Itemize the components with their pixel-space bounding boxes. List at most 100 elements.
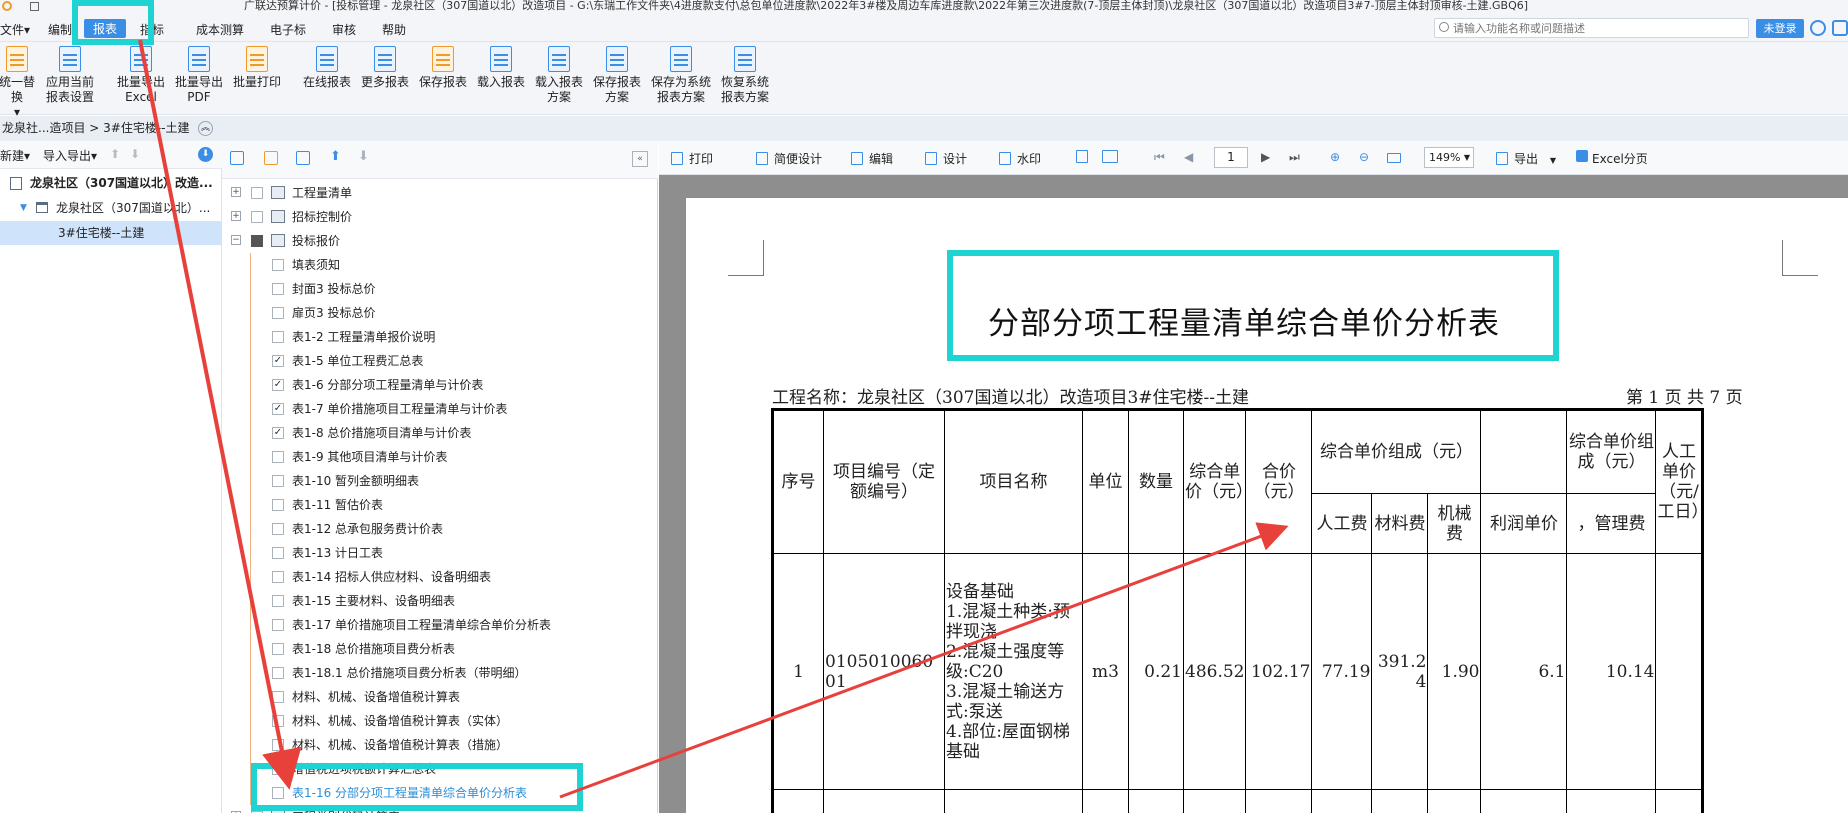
report-tree-item[interactable]: 扉页3 投标总价 xyxy=(222,301,658,325)
batch-export-excel-button[interactable]: 批量导出 Excel xyxy=(114,46,168,105)
report-checkbox[interactable] xyxy=(272,691,284,703)
report-checkbox[interactable] xyxy=(272,619,284,631)
login-button[interactable]: 未登录 xyxy=(1756,19,1804,38)
add-folder-icon[interactable] xyxy=(264,151,278,165)
menu-audit[interactable]: 审核 xyxy=(332,21,356,38)
expand-icon[interactable]: + xyxy=(231,211,241,221)
last-page-icon[interactable]: ⏭ xyxy=(1289,150,1300,165)
report-checkbox[interactable] xyxy=(272,499,284,511)
report-checkbox[interactable] xyxy=(272,739,284,751)
online-report-button[interactable]: 在线报表 xyxy=(300,46,354,90)
report-tree-item[interactable]: 表1-2 工程量清单报价说明 xyxy=(222,325,658,349)
report-checkbox[interactable]: ✓ xyxy=(272,379,284,391)
report-tree-item[interactable]: 材料、机械、设备增值税计算表（措施） xyxy=(222,733,658,757)
report-checkbox[interactable] xyxy=(272,475,284,487)
collapse-icon[interactable]: − xyxy=(231,235,241,245)
zoom-out-icon[interactable]: ⊖ xyxy=(1359,150,1369,164)
report-tree-item[interactable]: 表1-14 招标人供应材料、设备明细表 xyxy=(222,565,658,589)
report-checkbox[interactable] xyxy=(272,547,284,559)
menu-e-bid[interactable]: 电子标 xyxy=(270,21,306,38)
report-tree-item[interactable]: 封面3 投标总价 xyxy=(222,277,658,301)
report-tree-item[interactable]: + 工程量清单 xyxy=(222,181,658,205)
print-button[interactable]: 打印 xyxy=(671,150,713,167)
single-page-icon[interactable] xyxy=(1076,150,1094,164)
report-checkbox[interactable] xyxy=(272,523,284,535)
tree-project-root[interactable]: 龙泉社区（307国道以北）改造... xyxy=(0,171,222,195)
window-button-icon[interactable] xyxy=(30,2,39,11)
load-report-button[interactable]: 载入报表 xyxy=(474,46,528,90)
report-checkbox[interactable] xyxy=(272,643,284,655)
report-checkbox[interactable] xyxy=(272,283,284,295)
design-button[interactable]: 设计 xyxy=(925,150,967,167)
next-page-icon[interactable]: ▶ xyxy=(1261,150,1270,164)
report-checkbox[interactable] xyxy=(272,667,284,679)
batch-print-button[interactable]: 批量打印 xyxy=(230,46,284,90)
settings-icon[interactable] xyxy=(1832,20,1848,36)
report-tree-item[interactable]: 材料、机械、设备增值税计算表（实体） xyxy=(222,709,658,733)
tree-unit-3-building[interactable]: 3#住宅楼--土建 xyxy=(0,221,222,245)
report-tree-item[interactable]: + 招标控制价 xyxy=(222,205,658,229)
quick-design-button[interactable]: 简便设计 xyxy=(756,150,822,167)
report-checkbox[interactable]: ✓ xyxy=(272,355,284,367)
report-checkbox[interactable] xyxy=(272,715,284,727)
menu-help[interactable]: 帮助 xyxy=(382,21,406,38)
move-up-icon[interactable]: ⬆ xyxy=(330,149,341,164)
zoom-select[interactable]: 149% ▼ xyxy=(1424,147,1474,168)
report-tree-item[interactable]: ✓ 表1-8 总价措施项目清单与计价表 xyxy=(222,421,658,445)
edit-button[interactable]: 编辑 xyxy=(851,150,893,167)
function-search[interactable] xyxy=(1434,18,1749,38)
report-tree-item[interactable]: ✓ 表1-6 分部分项工程量清单与计价表 xyxy=(222,373,658,397)
report-checkbox[interactable] xyxy=(251,235,263,247)
report-checkbox[interactable] xyxy=(272,331,284,343)
more-reports-button[interactable]: 更多报表 xyxy=(358,46,412,90)
report-tree-item[interactable]: 表1-9 其他项目清单与计价表 xyxy=(222,445,658,469)
report-tree-item[interactable]: 表1-15 主要材料、设备明细表 xyxy=(222,589,658,613)
search-input[interactable] xyxy=(1453,20,1743,36)
delete-icon[interactable] xyxy=(296,151,310,165)
double-page-icon[interactable] xyxy=(1102,150,1124,164)
menu-cost-estimate[interactable]: 成本测算 xyxy=(196,21,244,38)
save-report-scheme-button[interactable]: 保存报表 方案 xyxy=(590,46,644,105)
report-tree-item[interactable]: ✓ 表1-5 单位工程费汇总表 xyxy=(222,349,658,373)
save-report-button[interactable]: 保存报表 xyxy=(416,46,470,90)
report-tree-item[interactable]: 表1-11 暂估价表 xyxy=(222,493,658,517)
report-checkbox[interactable]: ✓ xyxy=(272,427,284,439)
page-number-input[interactable]: 1 xyxy=(1214,147,1248,168)
report-tree-item[interactable]: 材料、机械、设备增值税计算表 xyxy=(222,685,658,709)
expand-icon[interactable]: + xyxy=(231,187,241,197)
watermark-button[interactable]: 水印 xyxy=(999,150,1041,167)
report-tree-item[interactable]: 表1-10 暂列金额明细表 xyxy=(222,469,658,493)
export-button[interactable]: 导出 ▼ xyxy=(1496,150,1556,167)
menu-edit[interactable]: 编制 xyxy=(48,21,72,38)
import-export-button[interactable]: 导入导出▾ xyxy=(43,147,97,164)
report-checkbox[interactable] xyxy=(251,187,263,199)
report-tree-item[interactable]: − 投标报价 xyxy=(222,229,658,253)
zoom-in-icon[interactable]: ⊕ xyxy=(1330,150,1340,164)
report-tree-item[interactable]: 表1-13 计日工表 xyxy=(222,541,658,565)
report-tree-item[interactable]: 表1-18 总价措施项目费分析表 xyxy=(222,637,658,661)
first-page-icon[interactable]: ⏮ xyxy=(1154,150,1165,165)
report-tree-item[interactable]: 表1-12 总承包服务费计价表 xyxy=(222,517,658,541)
move-down-icon[interactable]: ⬇ xyxy=(130,147,140,161)
report-checkbox[interactable] xyxy=(272,259,284,271)
move-down-icon[interactable]: ⬇ xyxy=(358,149,369,164)
menu-file[interactable]: 文件▾ xyxy=(0,21,30,38)
collapse-up-icon[interactable]: ︽ xyxy=(198,121,213,136)
tree-project-unit[interactable]: ▼ 龙泉社区（307国道以北）... xyxy=(0,196,222,220)
report-checkbox[interactable] xyxy=(272,595,284,607)
save-as-system-scheme-button[interactable]: 保存为系统 报表方案 xyxy=(648,46,714,105)
unify-replace-button[interactable]: 统一替换 ▾ xyxy=(0,46,40,120)
support-icon[interactable] xyxy=(1810,20,1826,36)
report-checkbox[interactable] xyxy=(272,307,284,319)
report-tree-item[interactable]: ✓ 表1-7 单价措施项目工程量清单与计价表 xyxy=(222,397,658,421)
report-checkbox[interactable] xyxy=(251,211,263,223)
new-button[interactable]: 新建▾ xyxy=(0,147,30,164)
add-report-icon[interactable] xyxy=(230,151,244,165)
report-checkbox[interactable] xyxy=(272,571,284,583)
fit-page-icon[interactable] xyxy=(1387,150,1407,164)
report-checkbox[interactable]: ✓ xyxy=(272,403,284,415)
expand-down-icon[interactable]: ⬇ xyxy=(198,147,213,162)
report-tree-item[interactable]: 填表须知 xyxy=(222,253,658,277)
report-tree-item[interactable]: 表1-18.1 总价措施项目费分析表（带明细） xyxy=(222,661,658,685)
restore-system-scheme-button[interactable]: 恢复系统 报表方案 xyxy=(716,46,774,105)
